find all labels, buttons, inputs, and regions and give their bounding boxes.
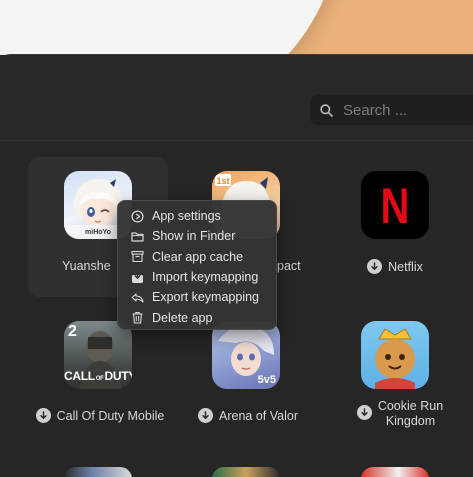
app-label-call-of-duty: Call Of Duty Mobile [30,408,170,423]
desktop-wallpaper [0,0,473,56]
netflix-logo: N [380,178,410,234]
menu-item-import-keymapping[interactable]: Import keymapping [118,267,276,287]
export-icon [131,293,144,303]
download-icon [198,408,213,423]
screen: miHoYo Yuanshe 1st pact N [0,0,473,477]
download-icon [35,408,51,423]
search-icon [320,103,333,117]
app-label-netflix: Netflix [350,259,440,274]
app-label-cookie-run: Cookie Run Kingdom [345,399,455,429]
partial-app-icon[interactable] [64,467,132,477]
app-label-genshin-impact: pact [277,259,301,273]
cod-logo-text: CALLOFDUTY [64,369,132,383]
trash-icon [132,312,143,324]
import-icon [132,270,143,283]
app-label-yuanshen: Yuanshe [62,259,111,273]
download-icon [367,259,383,274]
svg-text:1st: 1st [216,176,229,186]
arena-badge: 5v5 [257,374,276,386]
partial-app-icon[interactable] [212,467,280,477]
arena-of-valor-app-icon[interactable]: 5v5 [212,321,280,389]
cod-badge: 2 [68,323,77,340]
cookie-run-app-icon[interactable] [361,321,429,389]
trash-box-icon [131,251,144,263]
netflix-app-icon[interactable]: N [361,171,429,239]
header [0,55,473,141]
menu-item-clear-app-cache[interactable]: Clear app cache [118,247,276,267]
partial-app-icon[interactable] [361,467,429,477]
app-label-arena-of-valor: Arena of Valor [188,408,308,423]
menu-item-export-keymapping[interactable]: Export keymapping [118,287,276,307]
search-box[interactable] [310,95,473,125]
menu-item-app-settings[interactable]: App settings [118,206,276,226]
menu-item-show-in-finder[interactable]: Show in Finder [118,226,276,246]
download-icon [356,405,372,420]
folder-icon [131,232,144,242]
call-of-duty-app-icon[interactable]: 2 CALLOFDUTY [64,321,132,389]
menu-item-delete-app[interactable]: Delete app [118,307,276,327]
context-menu: App settings Show in Finder Clear app ca… [117,200,277,330]
search-input[interactable] [343,101,463,119]
settings-icon [131,210,144,223]
